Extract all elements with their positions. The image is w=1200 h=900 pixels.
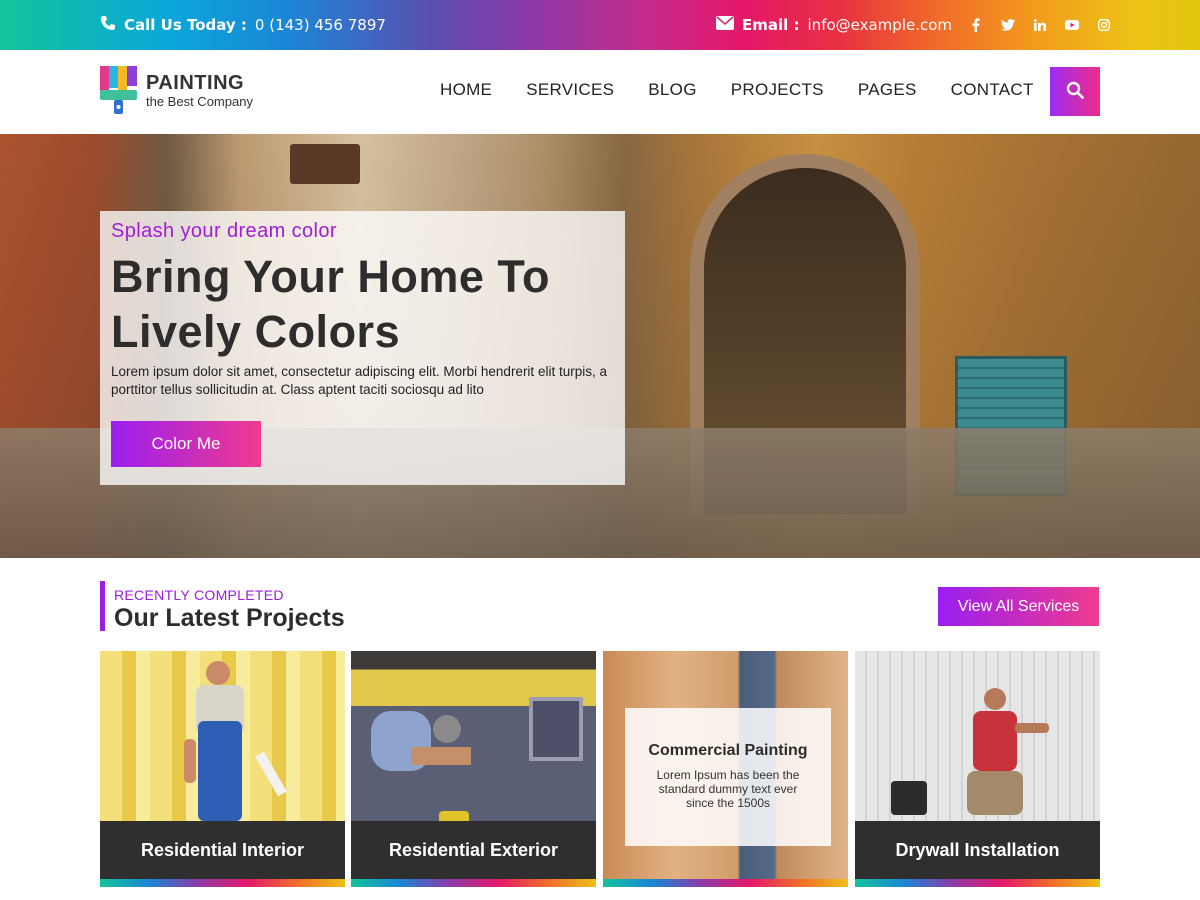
paint-brush-logo-icon — [100, 66, 138, 116]
search-icon — [1066, 81, 1084, 103]
color-me-button[interactable]: Color Me — [111, 421, 261, 467]
rainbow-stripe — [351, 879, 596, 887]
nav-contact[interactable]: CONTACT — [951, 80, 1034, 100]
nav-pages[interactable]: PAGES — [858, 80, 917, 100]
hero-description: Lorem ipsum dolor sit amet, consectetur … — [111, 364, 607, 397]
card-caption: Drywall Installation — [855, 821, 1100, 879]
project-card-residential-exterior[interactable]: Residential Exterior — [351, 651, 596, 887]
nav-blog[interactable]: BLOG — [648, 80, 696, 100]
card-overlay-title: Commercial Painting — [648, 742, 808, 759]
phone-number[interactable]: 0 (143) 456 7897 — [255, 16, 386, 34]
rainbow-stripe — [855, 879, 1100, 887]
hero-title-line1: Bring Your Home To — [111, 251, 551, 302]
nav-home[interactable]: HOME — [440, 80, 492, 100]
hero-content-box: Splash your dream color Bring Your Home … — [100, 211, 625, 485]
card-overlay-description: Lorem Ipsum has been the standard dummy … — [656, 768, 800, 810]
projects-kicker: RECENTLY COMPLETED — [114, 587, 284, 603]
phone-icon — [100, 15, 116, 35]
email-info: Email : info@example.com — [716, 14, 952, 36]
rainbow-stripe — [603, 879, 848, 887]
search-button[interactable] — [1050, 67, 1100, 116]
phone-info: Call Us Today : 0 (143) 456 7897 — [100, 14, 386, 36]
rainbow-stripe — [100, 879, 345, 887]
card-caption: Residential Interior — [100, 821, 345, 879]
logo-name: PAINTING — [146, 72, 245, 94]
hero-banner: Splash your dream color Bring Your Home … — [0, 134, 1200, 558]
youtube-icon[interactable] — [1056, 15, 1088, 35]
section-accent-bar — [100, 581, 105, 631]
twitter-icon[interactable] — [992, 15, 1024, 35]
project-card-commercial-painting[interactable]: Commercial Painting Lorem Ipsum has been… — [603, 651, 848, 887]
email-address[interactable]: info@example.com — [808, 16, 953, 34]
site-header: PAINTING the Best Company HOME SERVICES … — [0, 50, 1200, 134]
project-card-residential-interior[interactable]: Residential Interior — [100, 651, 345, 887]
top-bar: Call Us Today : 0 (143) 456 7897 Email :… — [0, 0, 1200, 50]
main-navigation: HOME SERVICES BLOG PROJECTS PAGES CONTAC… — [440, 80, 1068, 100]
hero-title: Bring Your Home To Lively Colors — [111, 249, 611, 359]
facebook-icon[interactable] — [960, 15, 992, 35]
email-label: Email : — [742, 16, 800, 34]
hero-title-line2: Lively Colors — [111, 306, 401, 357]
restaurant-sign-image — [290, 144, 360, 184]
logo-tagline: the Best Company — [146, 94, 253, 109]
hero-kicker: Splash your dream color — [111, 220, 337, 242]
social-links — [960, 15, 1120, 35]
site-logo[interactable]: PAINTING the Best Company — [100, 66, 253, 116]
card-caption: Residential Exterior — [351, 821, 596, 879]
card-hover-overlay: Commercial Painting Lorem Ipsum has been… — [625, 708, 831, 846]
nav-projects[interactable]: PROJECTS — [731, 80, 824, 100]
linkedin-icon[interactable] — [1024, 15, 1056, 35]
phone-label: Call Us Today : — [124, 16, 247, 34]
projects-title: Our Latest Projects — [114, 604, 345, 632]
project-card-drywall-installation[interactable]: Drywall Installation — [855, 651, 1100, 887]
instagram-icon[interactable] — [1088, 15, 1120, 35]
nav-services[interactable]: SERVICES — [526, 80, 614, 100]
envelope-icon — [716, 16, 734, 34]
logo-text: PAINTING the Best Company — [146, 72, 253, 110]
view-all-services-button[interactable]: View All Services — [938, 587, 1099, 626]
